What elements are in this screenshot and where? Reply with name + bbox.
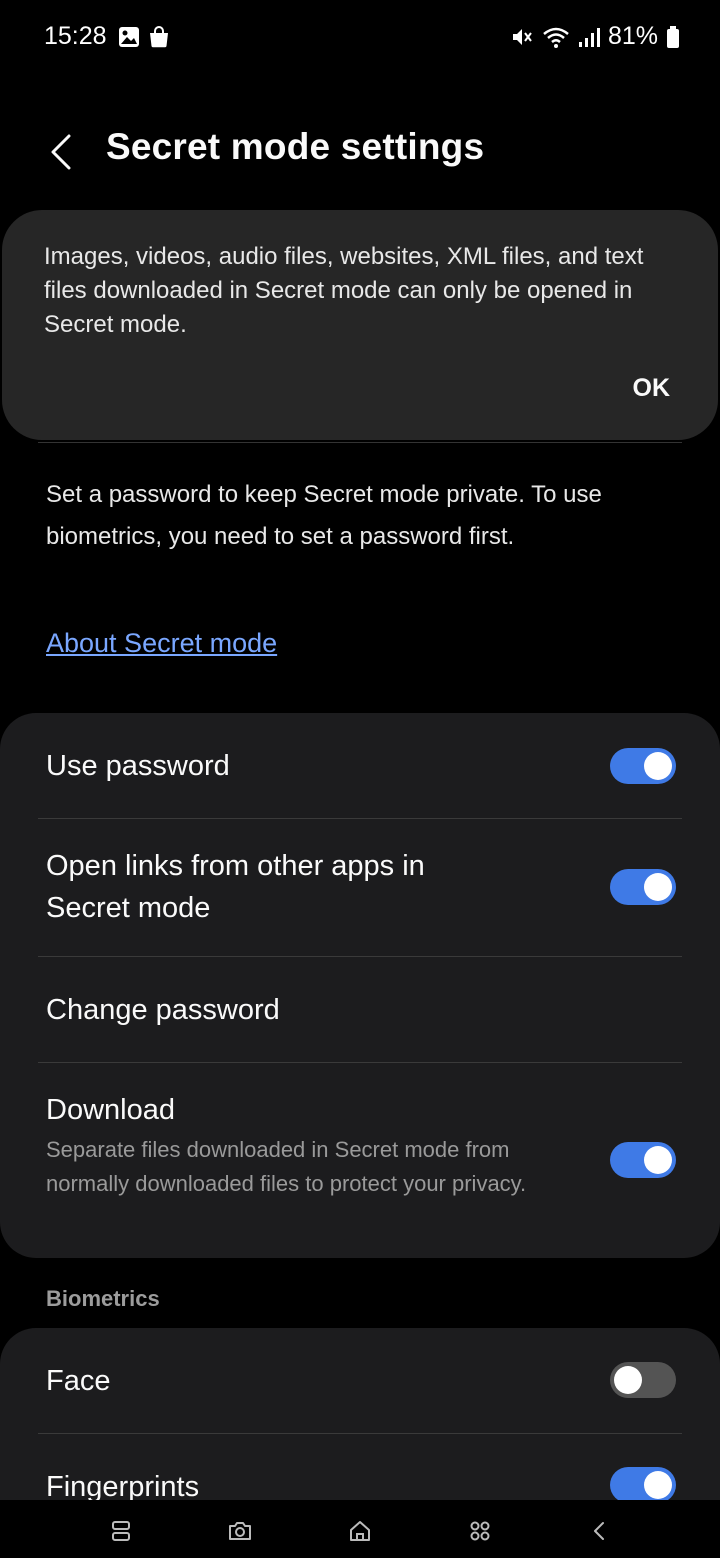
toggle-knob: [614, 1366, 642, 1394]
apps-nav-button[interactable]: [465, 1516, 495, 1546]
status-right: 81%: [510, 22, 680, 51]
face-row[interactable]: Face: [0, 1328, 720, 1433]
signal-icon: [578, 27, 600, 47]
toggle-knob: [644, 1471, 672, 1499]
page-title: Secret mode settings: [106, 126, 485, 167]
camera-icon: [229, 1522, 251, 1540]
status-bar: 15:28 81%: [0, 0, 720, 78]
chevron-left-icon: [51, 134, 71, 170]
use-password-toggle[interactable]: [610, 748, 676, 784]
use-password-label: Use password: [46, 750, 230, 782]
apps-icon: [470, 1521, 490, 1541]
status-time: 15:28: [44, 22, 107, 50]
back-nav-button[interactable]: [584, 1516, 614, 1546]
ok-button[interactable]: OK: [633, 374, 671, 403]
gallery-icon: [119, 27, 139, 47]
fingerprints-toggle[interactable]: [610, 1467, 676, 1503]
toggle-knob: [644, 873, 672, 901]
battery-icon: [667, 25, 679, 48]
fingerprints-row[interactable]: Fingerprints: [0, 1434, 720, 1504]
toggle-knob: [644, 752, 672, 780]
download-row[interactable]: Download Separate files downloaded in Se…: [0, 1063, 720, 1253]
change-password-row[interactable]: Change password: [0, 957, 720, 1062]
tabs-icon: [112, 1521, 130, 1541]
back-button[interactable]: [36, 124, 86, 180]
open-links-label: Open links from other apps in Secret mod…: [46, 850, 425, 924]
face-label: Face: [46, 1365, 111, 1397]
tabs-nav-button[interactable]: [106, 1516, 136, 1546]
camera-nav-button[interactable]: [225, 1516, 255, 1546]
battery-percent: 81%: [607, 22, 658, 50]
wifi-icon: [543, 27, 569, 48]
toggle-knob: [644, 1146, 672, 1174]
home-nav-button[interactable]: [345, 1516, 375, 1546]
shopping-bag-icon: [150, 26, 168, 48]
download-toggle[interactable]: [610, 1142, 676, 1178]
download-subtitle: Separate files downloaded in Secret mode…: [46, 1137, 527, 1196]
open-links-toggle[interactable]: [610, 869, 676, 905]
description-text: Set a password to keep Secret mode priva…: [46, 481, 602, 550]
home-icon: [350, 1521, 370, 1541]
use-password-row[interactable]: Use password: [0, 713, 720, 818]
change-password-label: Change password: [46, 994, 280, 1026]
status-left-icons: [118, 26, 170, 48]
chevron-left-icon: [594, 1522, 604, 1540]
face-toggle[interactable]: [610, 1362, 676, 1398]
download-label: Download: [46, 1094, 175, 1126]
divider: [38, 442, 682, 443]
biometrics-header: Biometrics: [46, 1286, 160, 1311]
mute-icon: [512, 28, 532, 45]
open-links-row[interactable]: Open links from other apps in Secret mod…: [0, 819, 720, 956]
about-secret-mode-link[interactable]: About Secret mode: [46, 628, 277, 659]
info-text: Images, videos, audio files, websites, X…: [44, 243, 644, 338]
